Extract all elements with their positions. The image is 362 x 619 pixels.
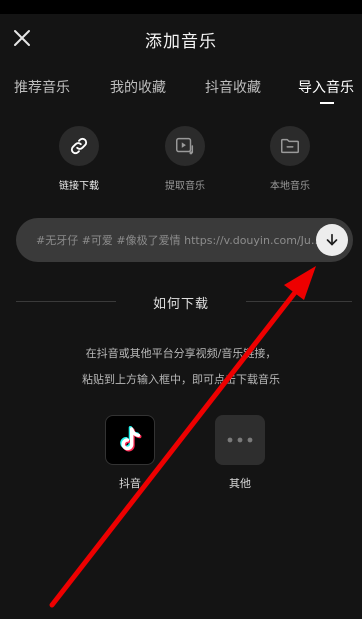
platform-douyin[interactable]: 抖音 bbox=[100, 415, 160, 491]
active-tab-indicator bbox=[320, 102, 334, 104]
local-music-label: 本地音乐 bbox=[270, 181, 310, 192]
status-bar bbox=[0, 0, 362, 14]
other-tile bbox=[215, 415, 265, 465]
link-input[interactable]: #无牙仔 #可爱 #像极了爱情 https://v.douyin.com/JuV… bbox=[16, 218, 353, 262]
local-music-icon-circle bbox=[270, 126, 310, 166]
how-to-header: 如何下载 bbox=[0, 290, 362, 314]
page-title: 添加音乐 bbox=[145, 32, 217, 52]
link-input-value[interactable]: #无牙仔 #可爱 #像极了爱情 https://v.douyin.com/JuV… bbox=[36, 232, 324, 248]
divider-right bbox=[246, 301, 352, 302]
tab-bar: 推荐音乐 我的收藏 抖音收藏 导入音乐 bbox=[0, 72, 362, 108]
local-music-option[interactable]: 本地音乐 bbox=[250, 126, 330, 192]
other-label: 其他 bbox=[229, 477, 251, 490]
more-dots-icon bbox=[227, 437, 253, 443]
extract-music-label: 提取音乐 bbox=[165, 181, 205, 192]
tiktok-logo-icon bbox=[120, 425, 142, 452]
douyin-label: 抖音 bbox=[119, 477, 141, 490]
download-arrow-icon bbox=[326, 233, 338, 246]
extract-music-option[interactable]: 提取音乐 bbox=[145, 126, 225, 192]
tab-douyin-favorites[interactable]: 抖音收藏 bbox=[205, 77, 261, 97]
link-icon bbox=[70, 137, 88, 155]
download-button[interactable] bbox=[316, 224, 348, 256]
link-download-icon-circle bbox=[59, 126, 99, 166]
tab-recommended-music[interactable]: 推荐音乐 bbox=[14, 77, 70, 97]
extract-music-icon-circle bbox=[165, 126, 205, 166]
video-music-icon bbox=[176, 137, 194, 155]
tab-import-music[interactable]: 导入音乐 bbox=[298, 77, 354, 97]
tab-my-favorites[interactable]: 我的收藏 bbox=[110, 77, 166, 97]
import-options: 链接下载 提取音乐 本地音乐 bbox=[0, 126, 362, 196]
link-download-label: 链接下载 bbox=[59, 181, 99, 192]
folder-icon bbox=[281, 138, 299, 154]
header: 添加音乐 bbox=[0, 18, 362, 58]
instruction-line-1: 在抖音或其他平台分享视频/音乐链接， bbox=[85, 347, 277, 360]
how-to-title: 如何下载 bbox=[152, 297, 209, 312]
platform-other[interactable]: 其他 bbox=[210, 415, 270, 491]
douyin-logo-tile bbox=[105, 415, 155, 465]
instruction-line-2: 粘贴到上方输入框中，即可点击下载音乐 bbox=[82, 373, 280, 386]
link-download-option[interactable]: 链接下载 bbox=[39, 126, 119, 192]
